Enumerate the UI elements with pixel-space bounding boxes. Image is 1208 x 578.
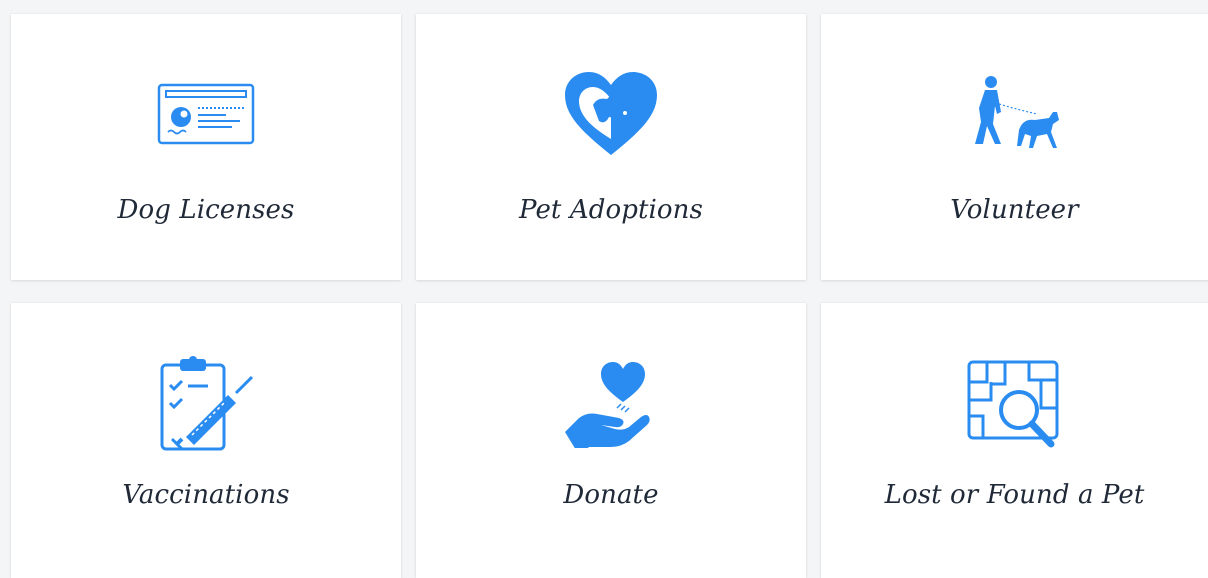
card-pet-adoptions[interactable]: Pet Adoptions — [416, 14, 806, 280]
card-label: Volunteer — [950, 195, 1079, 225]
card-label: Lost or Found a Pet — [884, 480, 1145, 510]
card-label: Vaccinations — [122, 480, 290, 510]
card-label: Donate — [563, 480, 659, 510]
heart-dog-cat-icon — [416, 64, 806, 164]
card-donate[interactable]: Donate — [416, 303, 806, 578]
card-volunteer[interactable]: Volunteer — [821, 14, 1208, 280]
person-walking-dog-icon — [821, 64, 1208, 164]
card-dog-licenses[interactable]: Dog Licenses — [11, 14, 401, 280]
card-label: Pet Adoptions — [519, 195, 703, 225]
hand-heart-icon — [416, 353, 806, 453]
license-card-icon — [11, 64, 401, 164]
card-label: Dog Licenses — [117, 195, 295, 225]
map-search-icon — [821, 353, 1208, 453]
clipboard-syringe-icon — [11, 353, 401, 453]
card-vaccinations[interactable]: Vaccinations — [11, 303, 401, 578]
card-lost-or-found-a-pet[interactable]: Lost or Found a Pet — [821, 303, 1208, 578]
